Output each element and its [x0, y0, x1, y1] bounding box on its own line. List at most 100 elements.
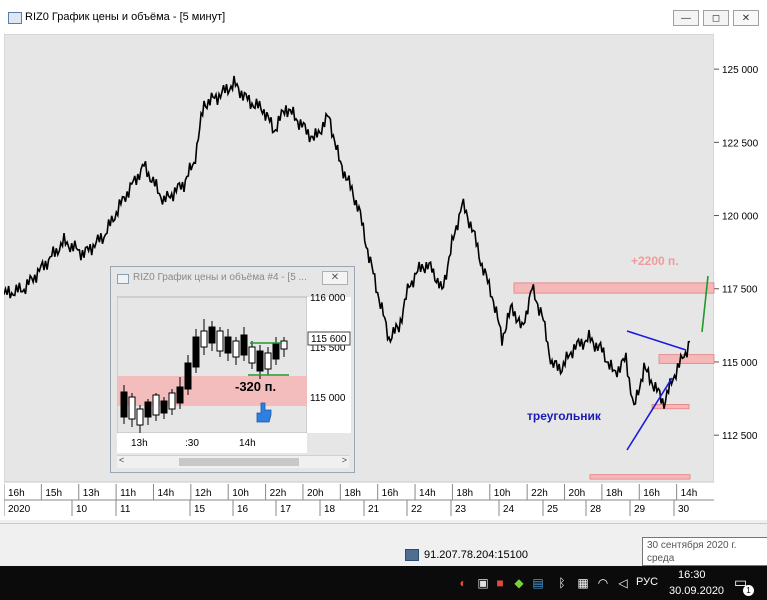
inset-candle-body: [280, 340, 288, 350]
inset-candle-body: [160, 400, 168, 414]
price-tick-label: 112 500: [722, 431, 758, 442]
tooltip-weekday: среда: [647, 553, 675, 564]
date-tick-label: 21: [368, 504, 380, 515]
tray-nvidia-icon[interactable]: ◆: [511, 575, 527, 591]
scroll-thumb[interactable]: [179, 458, 299, 466]
inset-current-price: 115 600: [311, 334, 347, 345]
time-tick-label: 15h: [45, 488, 62, 499]
time-tick-label: 16h: [643, 488, 660, 499]
inset-chart-window[interactable]: RIZ0 График цены и объёма #4 - [5 ... ✕ …: [110, 266, 355, 473]
wifi-icon[interactable]: ◠: [595, 575, 611, 591]
time-tick-label: 10h: [494, 488, 511, 499]
date-tooltip: 30 сентября 2020 г. среда: [642, 537, 767, 566]
inset-chart-icon: [117, 274, 129, 284]
inset-chart-svg[interactable]: -320 п. 116 000 115 500 115 000 115 600 …: [117, 289, 357, 454]
inset-price-tick: 115 000: [310, 393, 346, 404]
inset-candle-body: [200, 330, 208, 348]
scroll-right-icon[interactable]: >: [342, 455, 347, 465]
date-tick-label: 24: [503, 504, 515, 515]
price-axis-area: [714, 34, 763, 482]
language-indicator[interactable]: РУС: [636, 576, 658, 588]
time-tick-label: 14h: [157, 488, 174, 499]
price-tick-label: 122 500: [722, 138, 759, 149]
tray-display-icon[interactable]: ▤: [530, 575, 546, 591]
connection-address: 91.207.78.204:15100: [424, 549, 528, 561]
inset-candle-body: [184, 362, 192, 390]
bluetooth-icon[interactable]: ᛒ: [554, 575, 570, 591]
chart-window: RIZ0 График цены и объёма - [5 минут] — …: [0, 0, 767, 520]
inset-candle-body: [272, 342, 280, 360]
inset-candle-body: [264, 352, 272, 370]
time-tick-label: 22h: [270, 488, 287, 499]
date-tick-label: 15: [194, 504, 206, 515]
date-tick-label: 29: [634, 504, 646, 515]
notifications-count: 1: [743, 585, 754, 596]
inset-time-tick: 14h: [239, 438, 256, 449]
inset-close-button[interactable]: ✕: [322, 271, 348, 285]
time-tick-label: 13h: [83, 488, 100, 499]
minimize-button[interactable]: —: [673, 10, 699, 26]
tray-box-icon[interactable]: ▣: [475, 575, 491, 591]
date-tick-label: 17: [280, 504, 292, 515]
time-tick-label: 18h: [606, 488, 623, 499]
time-tick-label: 16h: [8, 488, 25, 499]
date-tick-label: 25: [547, 504, 559, 515]
volume-icon[interactable]: ◁: [615, 575, 631, 591]
time-tick-label: 11h: [120, 488, 136, 499]
inset-loss-label: -320 п.: [235, 379, 276, 394]
price-tick-label: 115 000: [722, 358, 758, 369]
inset-candle-body: [232, 340, 240, 358]
inset-candle-body: [240, 334, 248, 356]
price-zone: [651, 404, 690, 410]
inset-price-axis: [307, 297, 351, 433]
price-tick-label: 120 000: [722, 212, 759, 223]
time-tick-label: 10h: [232, 488, 249, 499]
time-tick-label: 14h: [419, 488, 436, 499]
title-bar[interactable]: RIZ0 График цены и объёма - [5 минут] — …: [0, 0, 767, 34]
inset-candle-body: [216, 330, 224, 352]
inset-candle-body: [168, 392, 176, 410]
inset-price-tick: 116 000: [310, 293, 346, 304]
date-tick-label: 11: [120, 504, 131, 515]
date-tick-label: 22: [411, 504, 423, 515]
clock-time[interactable]: 16:30: [678, 569, 706, 581]
window-separator: [0, 523, 767, 524]
inset-candle-body: [120, 391, 128, 418]
security-icon[interactable]: ▦: [575, 575, 591, 591]
date-tick-label: 10: [76, 504, 88, 515]
time-tick-label: 18h: [344, 488, 361, 499]
time-tick-label: 20h: [307, 488, 324, 499]
date-tick-label: 18: [324, 504, 336, 515]
date-tick-label: 30: [678, 504, 690, 515]
price-tick-label: 117 500: [722, 285, 758, 296]
time-tick-label: 18h: [456, 488, 473, 499]
date-tick-label: 2020: [8, 504, 31, 515]
close-button[interactable]: ✕: [733, 10, 759, 26]
inset-time-tick: 13h: [131, 438, 148, 449]
inset-candle-body: [176, 386, 184, 404]
tooltip-date: 30 сентября 2020 г.: [647, 540, 737, 551]
network-icon: [405, 549, 419, 561]
date-tick-label: 16: [237, 504, 249, 515]
chart-app-icon: [8, 12, 22, 24]
target-label: +2200 п.: [631, 254, 679, 268]
inset-candle-body: [144, 401, 152, 418]
inset-time-tick: :30: [185, 438, 199, 449]
tray-app-icon[interactable]: ◐: [455, 575, 471, 591]
window-title: RIZ0 График цены и объёма - [5 минут]: [25, 11, 226, 23]
inset-candle-body: [224, 336, 232, 354]
tray-red-app-icon[interactable]: ■: [492, 575, 508, 591]
price-zone: [513, 282, 715, 294]
inset-candle-body: [208, 326, 216, 344]
inset-horizontal-scrollbar[interactable]: < >: [117, 455, 349, 468]
scroll-left-icon[interactable]: <: [119, 455, 124, 465]
inset-candle-body: [192, 336, 200, 368]
clock-date[interactable]: 30.09.2020: [669, 585, 724, 597]
inset-candle-body: [248, 346, 256, 364]
inset-window-title: RIZ0 График цены и объёма #4 - [5 ...: [133, 272, 307, 283]
time-tick-label: 14h: [681, 488, 698, 499]
maximize-button[interactable]: ◻: [703, 10, 729, 26]
time-tick-label: 22h: [531, 488, 548, 499]
price-zone: [589, 474, 691, 480]
date-tick-label: 28: [590, 504, 602, 515]
